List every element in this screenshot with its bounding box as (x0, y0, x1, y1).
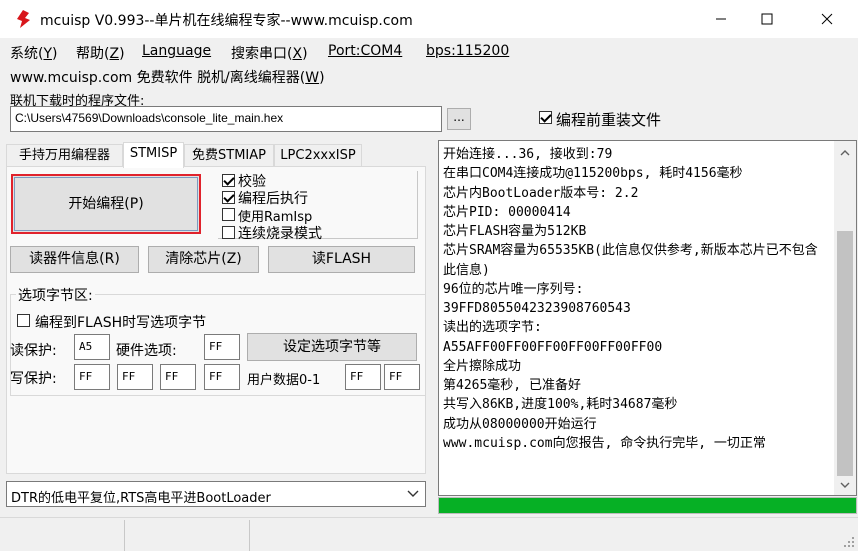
menu-offline[interactable]: 脱机/离线编程器(W) (197, 70, 325, 86)
menu-bps[interactable]: bps:115200 (426, 43, 509, 59)
run-after-program-checkbox[interactable] (222, 191, 235, 204)
menu-offline-key: W (305, 70, 320, 86)
run-after-program-label: 编程后执行 (238, 191, 308, 207)
user-data-input-1[interactable]: FF (384, 364, 420, 390)
maximize-button[interactable] (744, 0, 790, 38)
user-data-label: 用户数据0-1 (247, 373, 321, 388)
write-protect-input-1[interactable]: FF (74, 364, 110, 390)
read-flash-button[interactable]: 读FLASH (268, 246, 415, 273)
set-option-bytes-button[interactable]: 设定选项字节等 (247, 333, 417, 361)
menu-site[interactable]: www.mcuisp.com (10, 70, 132, 86)
write-option-bytes-label: 编程到FLASH时写选项字节 (35, 315, 207, 331)
continuous-mode-checkbox[interactable] (222, 226, 235, 239)
menu-system-key: Y (43, 46, 53, 62)
menu-help-paren: ) (119, 46, 125, 62)
menu-port-label: Port:COM4 (328, 43, 403, 59)
read-device-info-button[interactable]: 读器件信息(R) (10, 246, 139, 273)
menu-offline-label: 脱机/离线编程器( (197, 70, 306, 86)
tab-stmiap[interactable]: 免费STMIAP (184, 144, 274, 166)
menu-help-key: Z (109, 46, 120, 62)
close-icon (821, 13, 833, 25)
menu-search-port-paren: ) (302, 46, 308, 62)
menu-system-paren: ) (52, 46, 58, 62)
window-title: mcuisp V0.993--单片机在线编程专家--www.mcuisp.com (40, 13, 413, 29)
menu-help[interactable]: 帮助(Z) (76, 43, 125, 63)
menu-help-label: 帮助( (76, 46, 110, 62)
reload-file-checkbox[interactable] (539, 111, 552, 124)
write-protect-input-3[interactable]: FF (160, 364, 196, 390)
menu-language-label: Language (142, 43, 212, 59)
erase-chip-button[interactable]: 清除芯片(Z) (148, 246, 259, 273)
tab-lpc2xxxisp[interactable]: LPC2xxxISP (274, 144, 362, 166)
menu-system[interactable]: 系统(Y) (10, 43, 58, 63)
resize-grip-icon[interactable] (842, 535, 856, 549)
menu-search-port-key: X (292, 46, 303, 62)
scroll-down-icon[interactable] (838, 478, 852, 492)
continuous-mode-label: 连续烧录模式 (238, 226, 322, 242)
user-data-input-0[interactable]: FF (345, 364, 381, 390)
start-program-button[interactable]: 开始编程(P) (11, 174, 201, 234)
verify-checkbox[interactable] (222, 174, 235, 187)
tab-handheld[interactable]: 手持万用编程器 (6, 144, 123, 166)
use-ramisp-checkbox[interactable] (222, 208, 235, 221)
start-program-label: 开始编程(P) (68, 196, 144, 212)
menu-search-port-label: 搜索串口( (231, 46, 293, 62)
file-path-input[interactable]: C:\Users\47569\Downloads\console_lite_ma… (10, 106, 442, 132)
menu-offline-paren: ) (319, 70, 325, 86)
status-bar (0, 517, 858, 551)
reload-file-label: 编程前重装文件 (556, 111, 662, 129)
hardware-option-input[interactable]: FF (204, 334, 240, 360)
menu-system-label: 系统( (10, 46, 44, 62)
minimize-button[interactable] (698, 0, 744, 38)
app-logo-icon (17, 10, 30, 28)
menu-port[interactable]: Port:COM4 (328, 43, 402, 59)
menu-freeware[interactable]: 免费软件 (137, 70, 193, 86)
read-protect-input[interactable]: A5 (74, 334, 110, 360)
maximize-icon (761, 13, 773, 25)
hardware-option-label: 硬件选项: (116, 343, 177, 359)
menu-language[interactable]: Language (142, 43, 211, 59)
scroll-up-icon[interactable] (838, 146, 852, 160)
menu-search-port[interactable]: 搜索串口(X) (231, 43, 308, 63)
read-protect-label: 读保护: (10, 343, 57, 359)
write-protect-label: 写保护: (10, 371, 57, 387)
status-divider (124, 520, 125, 551)
chevron-down-icon[interactable] (404, 486, 422, 502)
minimize-icon (716, 18, 726, 20)
write-option-bytes-checkbox[interactable] (17, 314, 30, 327)
menu-bps-label: bps:115200 (426, 43, 510, 59)
menu-row-2: www.mcuisp.com 免费软件 脱机/离线编程器(W) (10, 67, 325, 87)
tab-stmisp[interactable]: STMISP (123, 142, 184, 168)
write-protect-input-4[interactable]: FF (204, 364, 240, 390)
option-bytes-title: 选项字节区: (16, 285, 95, 305)
reset-mode-select[interactable]: DTR的低电平复位,RTS高电平进BootLoader (6, 481, 426, 507)
write-protect-input-2[interactable]: FF (117, 364, 153, 390)
browse-button[interactable]: ... (447, 108, 471, 130)
log-output-text: 开始连接...36, 接收到:79 在串口COM4连接成功@115200bps,… (443, 147, 818, 451)
close-button[interactable] (804, 0, 850, 38)
progress-bar-fill (439, 498, 856, 513)
status-divider (249, 520, 250, 551)
log-scroll-thumb[interactable] (837, 231, 853, 476)
